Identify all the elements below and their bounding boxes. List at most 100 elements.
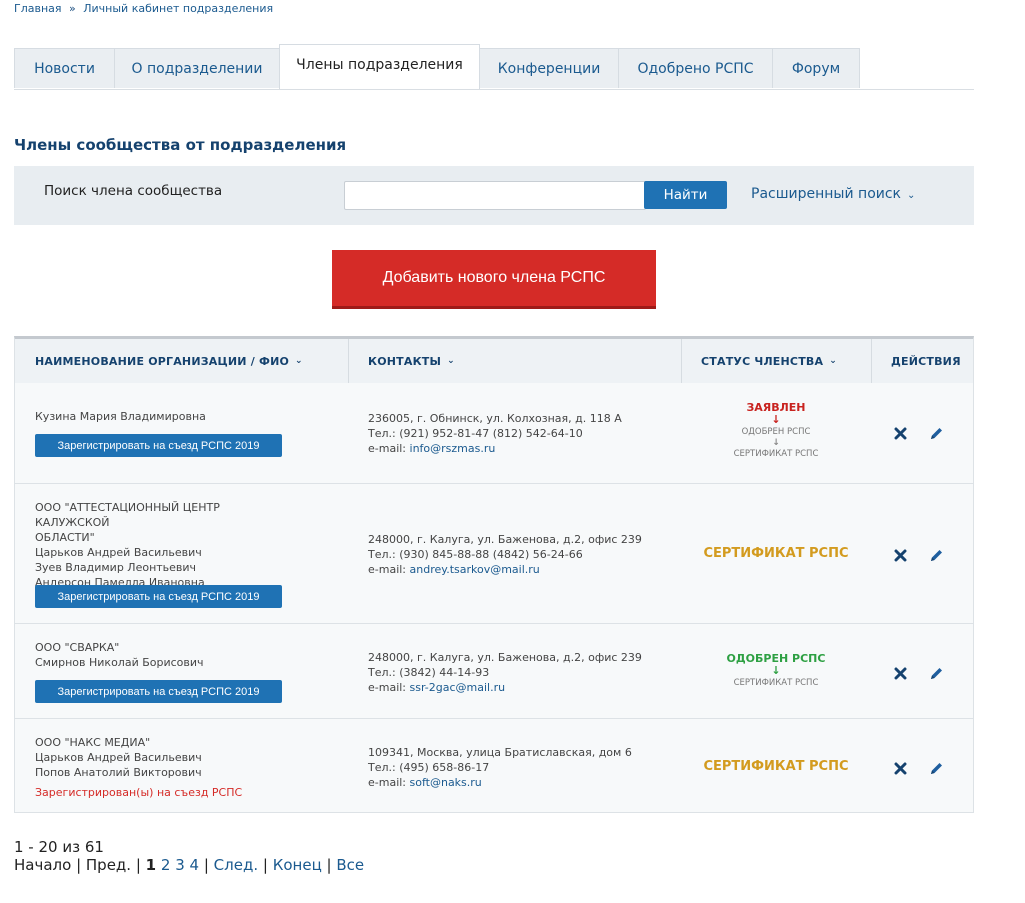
org-line: ОБЛАСТИ" <box>35 531 95 544</box>
org-line: ООО "АТТЕСТАЦИОННЫЙ ЦЕНТР КАЛУЖСКОЙ <box>35 501 220 529</box>
contact-address: 109341, Москва, улица Братиславская, дом… <box>368 746 632 759</box>
advanced-search-toggle[interactable]: Расширенный поиск ⌄ <box>751 186 915 202</box>
arrow-down-icon: ↓ <box>771 664 781 677</box>
table-row: ООО "НАКС МЕДИА" Царьков Андрей Васильев… <box>15 719 973 813</box>
org-line: Попов Анатолий Викторович <box>35 766 202 779</box>
pager-all-link[interactable]: Все <box>336 856 364 874</box>
chevron-down-icon: ⌄ <box>829 356 837 366</box>
register-congress-button[interactable]: Зарегистрировать на съезд РСПС 2019 <box>35 434 282 457</box>
table-row: ООО "СВАРКА" Смирнов Николай Борисович З… <box>15 624 973 719</box>
pagination-count: 1 - 20 из 61 <box>14 838 104 856</box>
pager-page-link[interactable]: 4 <box>190 856 200 874</box>
search-bar: Поиск члена сообщества Найти Расширенный… <box>14 166 974 225</box>
tab-members[interactable]: Члены подразделения <box>279 44 480 89</box>
contact-address: 236005, г. Обнинск, ул. Колхозная, д. 11… <box>368 412 622 425</box>
contact-email-row: e-mail: ssr-2gac@mail.ru <box>368 680 642 695</box>
org-line: ООО "НАКС МЕДИА" <box>35 736 151 749</box>
contact-email-link[interactable]: soft@naks.ru <box>410 776 482 789</box>
contact-email-prefix: e-mail: <box>368 563 410 576</box>
header-divider <box>348 339 349 383</box>
contact-email-row: e-mail: andrey.tsarkov@mail.ru <box>368 562 642 577</box>
header-org-label: НАИМЕНОВАНИЕ ОРГАНИЗАЦИИ / ФИО <box>35 354 290 368</box>
register-congress-button[interactable]: Зарегистрировать на съезд РСПС 2019 <box>35 585 282 608</box>
table-header: НАИМЕНОВАНИЕ ОРГАНИЗАЦИИ / ФИО ⌄ КОНТАКТЫ… <box>15 339 973 384</box>
tab-about[interactable]: О подразделении <box>114 48 280 88</box>
status-next-step: СЕРТИФИКАТ РСПС <box>733 449 819 459</box>
edit-pencil-icon[interactable] <box>927 546 945 564</box>
delete-icon[interactable] <box>891 759 909 777</box>
pager-page-link[interactable]: 3 <box>175 856 185 874</box>
tab-bar: Новости О подразделении Члены подразделе… <box>14 44 974 90</box>
org-name: ООО "СВАРКА" Смирнов Николай Борисович <box>35 640 295 670</box>
edit-pencil-icon[interactable] <box>927 424 945 442</box>
org-name: ООО "НАКС МЕДИА" Царьков Андрей Васильев… <box>35 735 295 780</box>
contact-email-prefix: e-mail: <box>368 681 410 694</box>
delete-icon[interactable] <box>891 664 909 682</box>
membership-status: СЕРТИФИКАТ РСПС <box>681 546 871 561</box>
tab-forum[interactable]: Форум <box>772 48 860 88</box>
tab-approved[interactable]: Одобрено РСПС <box>618 48 773 88</box>
search-button[interactable]: Найти <box>644 181 727 209</box>
search-input[interactable] <box>344 181 646 210</box>
pagination: Начало | Пред. | 1 2 3 4 | След. | Конец… <box>14 856 365 874</box>
pager-start: Начало <box>14 856 72 874</box>
header-status[interactable]: СТАТУС ЧЛЕНСТВА ⌄ <box>701 339 837 383</box>
status-next-step: СЕРТИФИКАТ РСПС <box>733 678 819 688</box>
org-name: Кузина Мария Владимировна <box>35 409 295 424</box>
delete-icon[interactable] <box>891 424 909 442</box>
tab-news[interactable]: Новости <box>14 48 115 88</box>
membership-status: СЕРТИФИКАТ РСПС <box>681 759 871 774</box>
contact-phone: Тел.: (3842) 44-14-93 <box>368 666 490 679</box>
contact-email-row: e-mail: soft@naks.ru <box>368 775 632 790</box>
contacts: 248000, г. Калуга, ул. Баженова, д.2, оф… <box>368 532 642 577</box>
chevron-down-icon: ⌄ <box>447 356 455 366</box>
edit-pencil-icon[interactable] <box>927 664 945 682</box>
contact-email-link[interactable]: andrey.tsarkov@mail.ru <box>410 563 540 576</box>
row-actions <box>891 759 945 777</box>
status-current: СЕРТИФИКАТ РСПС <box>703 546 849 561</box>
contact-phone: Тел.: (921) 952-81-47 (812) 542-64-10 <box>368 427 583 440</box>
org-line: Смирнов Николай Борисович <box>35 656 204 669</box>
header-contacts[interactable]: КОНТАКТЫ ⌄ <box>368 339 455 383</box>
status-current: СЕРТИФИКАТ РСПС <box>703 759 849 774</box>
pager-page-link[interactable]: 2 <box>161 856 171 874</box>
table-row: Кузина Мария Владимировна Зарегистрирова… <box>15 383 973 484</box>
contact-email-row: e-mail: info@rszmas.ru <box>368 441 622 456</box>
search-label: Поиск члена сообщества <box>44 183 223 199</box>
header-actions: ДЕЙСТВИЯ <box>891 354 961 368</box>
chevron-down-icon: ⌄ <box>295 356 303 366</box>
pager-end-link[interactable]: Конец <box>273 856 322 874</box>
header-divider <box>871 339 872 383</box>
contact-email-prefix: e-mail: <box>368 442 410 455</box>
members-table: НАИМЕНОВАНИЕ ОРГАНИЗАЦИИ / ФИО ⌄ КОНТАКТЫ… <box>14 336 974 813</box>
org-line: Зуев Владимир Леонтьевич <box>35 561 197 574</box>
add-member-button[interactable]: Добавить нового члена РСПС <box>332 250 656 309</box>
contacts: 236005, г. Обнинск, ул. Колхозная, д. 11… <box>368 411 622 456</box>
pager-current-page: 1 <box>145 856 157 874</box>
breadcrumb-home-link[interactable]: Главная <box>14 2 62 15</box>
table-row: ООО "АТТЕСТАЦИОННЫЙ ЦЕНТР КАЛУЖСКОЙ ОБЛА… <box>15 484 973 624</box>
edit-pencil-icon[interactable] <box>927 759 945 777</box>
breadcrumb-current-link[interactable]: Личный кабинет подразделения <box>83 2 273 15</box>
contact-phone: Тел.: (930) 845-88-88 (4842) 56-24-66 <box>368 548 583 561</box>
delete-icon[interactable] <box>891 546 909 564</box>
header-status-label: СТАТУС ЧЛЕНСТВА <box>701 354 824 368</box>
pager-prev: Пред. <box>85 856 132 874</box>
contact-phone: Тел.: (495) 658-86-17 <box>368 761 490 774</box>
section-title: Члены сообщества от подразделения <box>14 136 347 154</box>
contact-email-link[interactable]: ssr-2gac@mail.ru <box>410 681 506 694</box>
advanced-search-label: Расширенный поиск <box>751 186 902 202</box>
org-line: Кузина Мария Владимировна <box>35 410 206 423</box>
row-actions <box>891 424 945 442</box>
pager-next-link[interactable]: След. <box>214 856 258 874</box>
row-actions <box>891 546 945 564</box>
org-line: Царьков Андрей Васильевич <box>35 546 202 559</box>
tab-conferences[interactable]: Конференции <box>479 48 619 88</box>
arrow-down-icon: ↓ <box>772 438 780 448</box>
header-contacts-label: КОНТАКТЫ <box>368 354 442 368</box>
register-congress-button[interactable]: Зарегистрировать на съезд РСПС 2019 <box>35 680 282 703</box>
header-org[interactable]: НАИМЕНОВАНИЕ ОРГАНИЗАЦИИ / ФИО ⌄ <box>35 339 303 383</box>
membership-status: ЗАЯВЛЕН ↓ ОДОБРЕН РСПС ↓ СЕРТИФИКАТ РСПС <box>681 401 871 460</box>
contact-email-prefix: e-mail: <box>368 776 410 789</box>
contact-email-link[interactable]: info@rszmas.ru <box>410 442 496 455</box>
